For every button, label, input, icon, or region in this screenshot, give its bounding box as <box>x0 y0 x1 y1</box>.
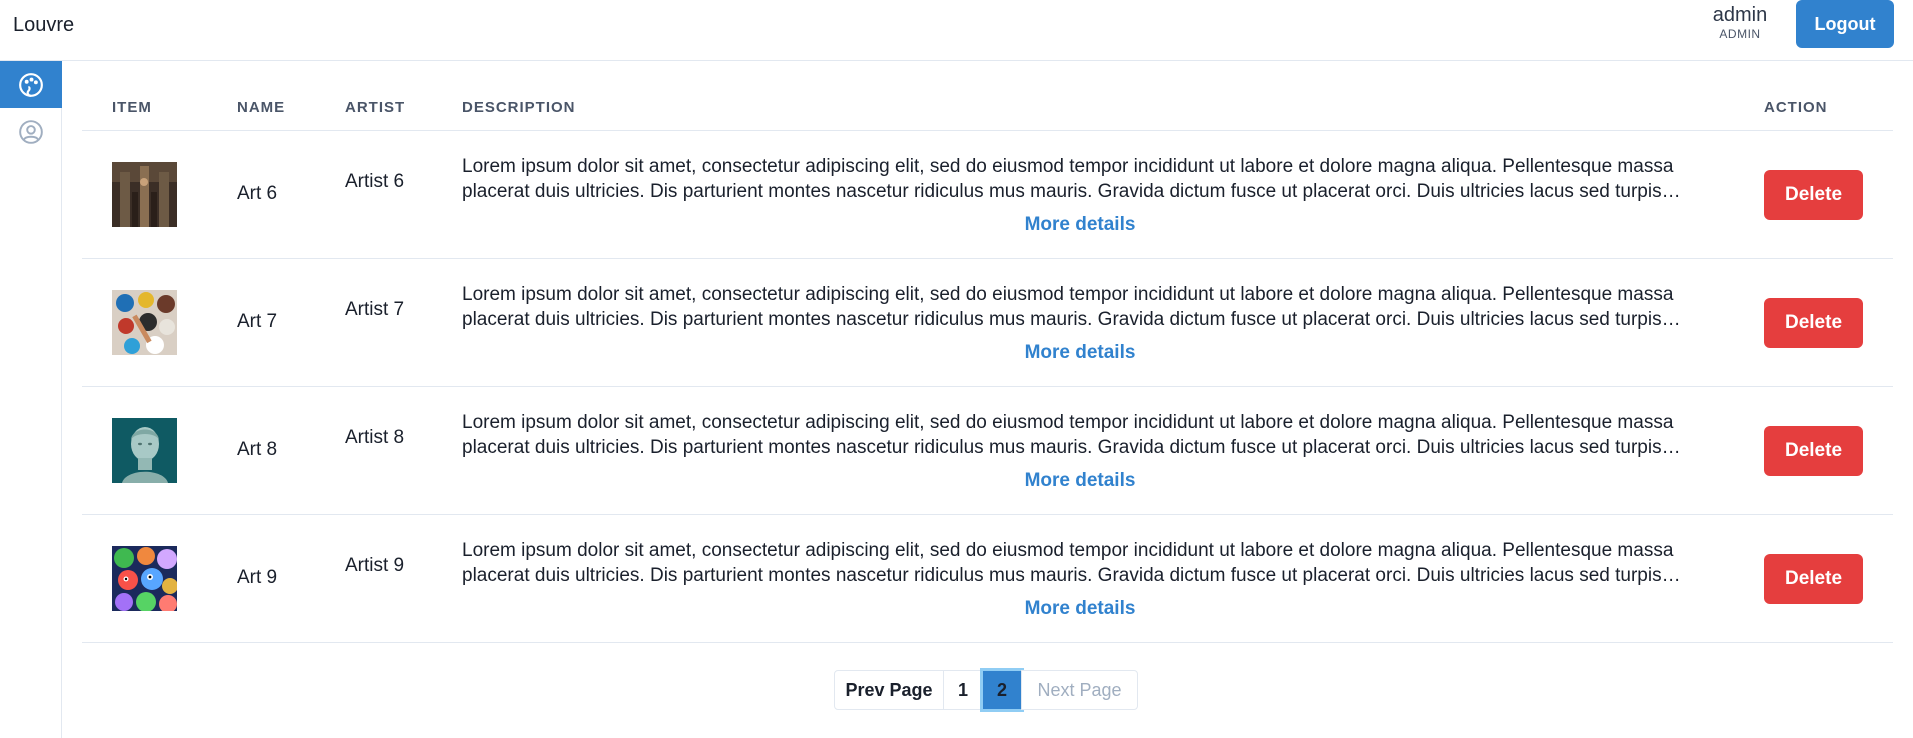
user-circle-icon <box>19 119 43 144</box>
artist-name: Artist 6 <box>345 171 405 192</box>
table-row: Art 9 Artist 9 Lorem ipsum dolor sit ame… <box>82 515 1893 643</box>
sidebar-item-artworks[interactable] <box>0 61 62 108</box>
artist-name: Artist 8 <box>345 427 405 448</box>
column-header-item: ITEM <box>112 99 152 116</box>
palette-icon <box>19 72 43 97</box>
top-navbar: Louvre admin ADMIN Logout <box>0 0 1913 61</box>
art-description: Lorem ipsum dolor sit amet, consectetur … <box>462 156 1674 202</box>
delete-button[interactable]: Delete <box>1764 554 1863 604</box>
table-row: Art 6 Artist 6 Lorem ipsum dolor sit ame… <box>82 131 1893 259</box>
column-header-description: DESCRIPTION <box>462 99 576 116</box>
artwork-image <box>112 290 177 355</box>
table-row: Art 7 Artist 7 Lorem ipsum dolor sit ame… <box>82 259 1893 387</box>
column-header-name: NAME <box>237 99 286 116</box>
next-page-button[interactable]: Next Page <box>1021 670 1138 710</box>
art-description: Lorem ipsum dolor sit amet, consectetur … <box>462 540 1674 586</box>
description-cell: Lorem ipsum dolor sit amet, consectetur … <box>462 154 1698 236</box>
sidebar-item-profile[interactable] <box>0 108 62 155</box>
art-7-thumbnail[interactable] <box>112 290 177 355</box>
art-description: Lorem ipsum dolor sit amet, consectetur … <box>462 412 1674 458</box>
art-9-thumbnail[interactable] <box>112 546 177 611</box>
art-8-thumbnail[interactable] <box>112 418 177 483</box>
artwork-image <box>112 418 177 483</box>
description-cell: Lorem ipsum dolor sit amet, consectetur … <box>462 538 1698 620</box>
delete-button[interactable]: Delete <box>1764 170 1863 220</box>
user-role: ADMIN <box>1719 27 1761 41</box>
description-cell: Lorem ipsum dolor sit amet, consectetur … <box>462 410 1698 492</box>
description-cell: Lorem ipsum dolor sit amet, consectetur … <box>462 282 1698 364</box>
delete-button[interactable]: Delete <box>1764 426 1863 476</box>
table-row: Art 8 Artist 8 Lorem ipsum dolor sit ame… <box>82 387 1893 515</box>
column-header-artist: ARTIST <box>345 99 406 116</box>
more-details-link[interactable]: More details <box>462 598 1698 620</box>
art-description: Lorem ipsum dolor sit amet, consectetur … <box>462 284 1674 330</box>
table-header: ITEM NAME ARTIST DESCRIPTION ACTION <box>82 61 1893 131</box>
delete-button[interactable]: Delete <box>1764 298 1863 348</box>
more-details-link[interactable]: More details <box>462 342 1698 364</box>
art-name: Art 6 <box>237 183 278 204</box>
art-name: Art 8 <box>237 439 278 460</box>
user-info: admin ADMIN <box>1700 3 1780 41</box>
more-details-link[interactable]: More details <box>462 470 1698 492</box>
prev-page-button[interactable]: Prev Page <box>834 670 944 710</box>
artworks-table: ITEM NAME ARTIST DESCRIPTION ACTION Art … <box>82 61 1893 643</box>
more-details-link[interactable]: More details <box>462 214 1698 236</box>
sidebar <box>0 61 62 738</box>
user-name: admin <box>1712 4 1768 26</box>
artist-name: Artist 7 <box>345 299 405 320</box>
column-header-action: ACTION <box>1764 99 1828 116</box>
brand-title[interactable]: Louvre <box>13 14 74 37</box>
art-6-thumbnail[interactable] <box>112 162 177 227</box>
logout-button[interactable]: Logout <box>1796 0 1894 48</box>
art-name: Art 7 <box>237 311 278 332</box>
page-button-1[interactable]: 1 <box>943 670 983 710</box>
artist-name: Artist 9 <box>345 555 405 576</box>
page-button-2[interactable]: 2 <box>980 668 1024 712</box>
art-name: Art 9 <box>237 567 278 588</box>
artwork-image <box>112 162 177 227</box>
pagination: Prev Page 1 2 Next Page <box>834 668 1138 712</box>
artwork-image <box>112 546 177 611</box>
